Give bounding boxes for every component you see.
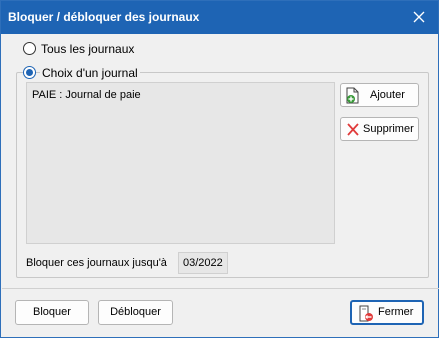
radio-all-journals-label[interactable]: Tous les journaux xyxy=(41,42,134,56)
add-button-label: Ajouter xyxy=(370,89,405,101)
unlock-button[interactable]: Débloquer xyxy=(98,300,173,325)
close-dialog-button[interactable]: Fermer xyxy=(350,300,424,325)
lock-button-label: Bloquer xyxy=(33,306,71,318)
lock-until-date-field[interactable]: 03/2022 xyxy=(178,252,228,274)
close-icon xyxy=(413,11,425,23)
delete-x-icon xyxy=(345,121,361,138)
list-item[interactable]: PAIE : Journal de paie xyxy=(32,89,141,101)
delete-button[interactable]: Supprimer xyxy=(340,117,419,141)
close-dialog-button-label: Fermer xyxy=(378,306,414,318)
journal-list[interactable]: PAIE : Journal de paie xyxy=(26,82,335,244)
add-document-icon xyxy=(345,87,361,104)
title-bar: Bloquer / débloquer des journaux xyxy=(1,1,438,34)
lock-until-label: Bloquer ces journaux jusqu'à xyxy=(26,257,167,269)
radio-choose-journal[interactable] xyxy=(23,66,36,79)
delete-button-label: Supprimer xyxy=(363,123,414,135)
dialog-window: Bloquer / débloquer des journaux Tous le… xyxy=(0,0,439,338)
window-title: Bloquer / débloquer des journaux xyxy=(8,10,200,24)
unlock-button-label: Débloquer xyxy=(110,306,161,318)
radio-all-journals[interactable] xyxy=(23,42,36,55)
close-button[interactable] xyxy=(408,7,430,27)
add-button[interactable]: Ajouter xyxy=(340,83,419,107)
radio-choose-journal-label[interactable]: Choix d'un journal xyxy=(40,66,140,80)
footer-separator xyxy=(2,288,439,289)
exit-door-icon xyxy=(358,305,374,322)
lock-button[interactable]: Bloquer xyxy=(15,300,89,325)
